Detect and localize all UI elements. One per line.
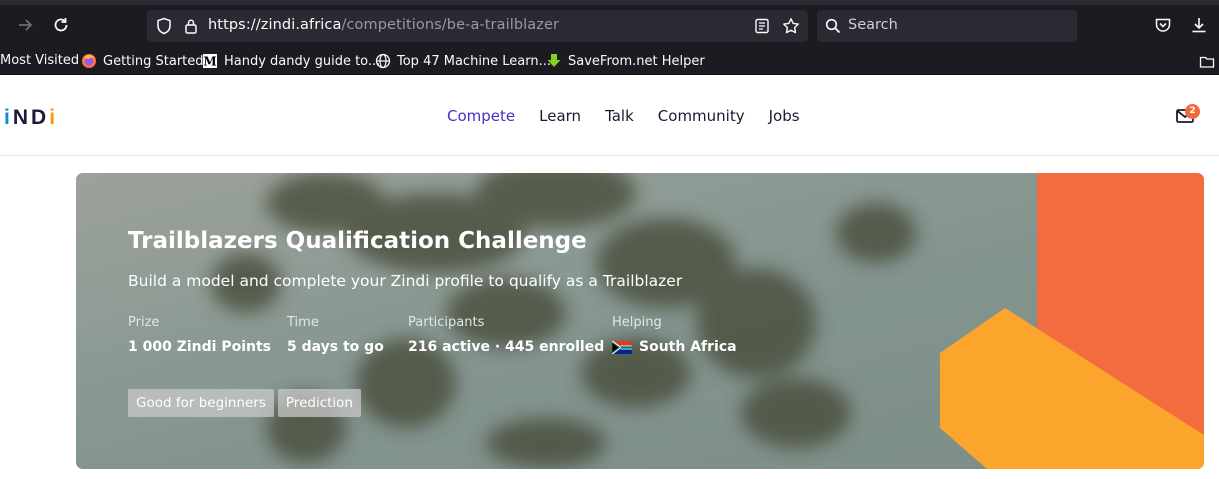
firefox-icon xyxy=(81,53,97,69)
stat-label: Prize xyxy=(128,315,160,330)
zindi-logo[interactable]: iNDi xyxy=(4,106,58,130)
stat-label: Helping xyxy=(612,315,662,330)
forward-icon[interactable] xyxy=(14,14,36,36)
decorative-shapes xyxy=(940,173,1204,469)
pocket-icon[interactable] xyxy=(1152,14,1174,36)
download-arrow-icon xyxy=(546,53,562,69)
other-bookmarks-folder-icon[interactable] xyxy=(1196,51,1218,73)
bookmark-star-icon[interactable] xyxy=(780,15,802,37)
lock-icon[interactable] xyxy=(180,15,202,37)
stat-prize: Prize 1 000 Zindi Points xyxy=(128,315,271,355)
main-nav: Compete Learn Talk Community Jobs xyxy=(447,107,824,125)
nav-learn[interactable]: Learn xyxy=(539,107,581,125)
stat-value: 5 days to go xyxy=(287,339,384,355)
medium-icon: M xyxy=(202,53,218,69)
search-placeholder: Search xyxy=(848,17,898,33)
url-domain: https://zindi.africa xyxy=(208,17,342,33)
shield-icon[interactable] xyxy=(153,15,175,37)
url-path: /competitions/be-a-trailblazer xyxy=(341,17,560,33)
bookmarks-toolbar: Most Visited Getting Started M Handy dan… xyxy=(0,48,1219,75)
stat-helping: Helping South Africa xyxy=(612,315,737,355)
bookmark-label: Getting Started xyxy=(103,53,204,69)
search-box[interactable]: Search xyxy=(817,10,1077,42)
bookmark-label: Most Visited xyxy=(0,53,80,68)
bookmark-label: SaveFrom.net Helper xyxy=(568,53,705,69)
stat-label: Participants xyxy=(408,315,485,330)
nav-talk[interactable]: Talk xyxy=(605,107,634,125)
tag-prediction[interactable]: Prediction xyxy=(277,389,361,417)
stat-label: Time xyxy=(287,315,319,330)
svg-text:M: M xyxy=(203,55,216,69)
stat-value-wrap: South Africa xyxy=(612,339,737,355)
nav-compete[interactable]: Compete xyxy=(447,107,515,125)
reload-icon[interactable] xyxy=(50,14,72,36)
bookmark-label: Top 47 Machine Learn... xyxy=(397,53,552,69)
site-header: iNDi Compete Learn Talk Community Jobs xyxy=(0,76,1219,156)
nav-community[interactable]: Community xyxy=(658,107,745,125)
search-icon xyxy=(822,15,844,37)
url-text[interactable]: https://zindi.africa/competitions/be-a-t… xyxy=(208,17,559,33)
bookmark-handy-guide[interactable]: M Handy dandy guide to... xyxy=(202,53,380,69)
competition-title: Trailblazers Qualification Challenge xyxy=(128,228,587,254)
tag-good-for-beginners[interactable]: Good for beginners xyxy=(128,389,274,417)
tag-list: Good for beginners Prediction xyxy=(128,389,365,417)
tab-strip-edge xyxy=(0,0,1219,5)
nav-jobs[interactable]: Jobs xyxy=(769,107,800,125)
competition-hero: Trailblazers Qualification Challenge Bui… xyxy=(76,173,1204,469)
south-africa-flag-icon xyxy=(612,340,632,354)
bookmark-label: Handy dandy guide to... xyxy=(224,53,381,69)
stat-participants: Participants 216 active · 445 enrolled xyxy=(408,315,604,355)
globe-icon xyxy=(375,53,391,69)
stat-value: South Africa xyxy=(639,339,737,355)
bookmark-savefrom[interactable]: SaveFrom.net Helper xyxy=(546,53,705,69)
competition-subtitle: Build a model and complete your Zindi pr… xyxy=(128,272,683,290)
address-bar[interactable]: https://zindi.africa/competitions/be-a-t… xyxy=(147,10,808,42)
stat-value: 216 active · 445 enrolled xyxy=(408,339,605,355)
bookmark-getting-started[interactable]: Getting Started xyxy=(81,53,204,69)
bookmark-most-visited[interactable]: Most Visited xyxy=(0,53,79,68)
stat-time: Time 5 days to go xyxy=(287,315,384,355)
browser-toolbar: https://zindi.africa/competitions/be-a-t… xyxy=(0,0,1219,48)
reader-view-icon[interactable] xyxy=(751,15,773,37)
stat-value: 1 000 Zindi Points xyxy=(128,339,271,355)
bookmark-top-47-ml[interactable]: Top 47 Machine Learn... xyxy=(375,53,551,69)
downloads-icon[interactable] xyxy=(1188,14,1210,36)
notification-badge: 2 xyxy=(1185,104,1200,119)
